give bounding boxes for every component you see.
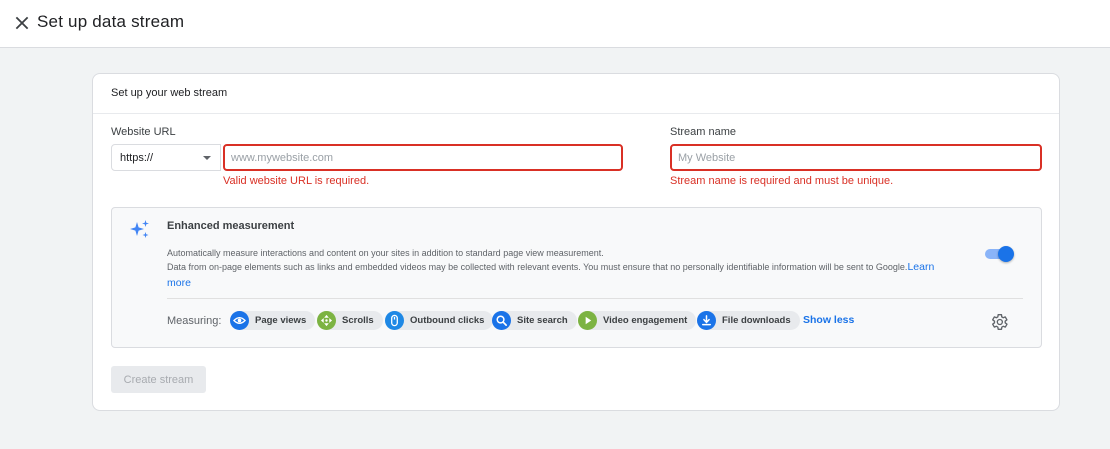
caret-down-icon xyxy=(203,156,211,160)
toggle-thumb xyxy=(998,246,1014,262)
stream-name-error: Stream name is required and must be uniq… xyxy=(670,175,894,187)
card-title: Set up your web stream xyxy=(111,87,228,99)
card-header: Set up your web stream xyxy=(93,74,1059,114)
chip-video-engagement[interactable]: Video engagement xyxy=(578,311,697,330)
chip-label: Scrolls xyxy=(342,315,374,326)
sparkle-icon xyxy=(128,218,152,242)
description-line-2: Data from on-page elements such as links… xyxy=(167,261,908,272)
top-bar: Set up data stream xyxy=(0,0,1110,48)
website-url-error: Valid website URL is required. xyxy=(223,175,370,187)
chip-label: Site search xyxy=(517,315,568,326)
learn-more-link[interactable]: Learn xyxy=(907,261,934,273)
chip-page-views[interactable]: Page views xyxy=(230,311,316,330)
show-less-link[interactable]: Show less xyxy=(803,314,854,326)
chip-scrolls[interactable]: Scrolls xyxy=(317,311,383,330)
web-stream-card: Set up your web stream Website URL https… xyxy=(92,73,1060,411)
enhanced-measurement-panel: Enhanced measurement Automatically measu… xyxy=(111,207,1042,348)
protocol-select[interactable]: https:// xyxy=(111,144,221,171)
chip-site-search[interactable]: Site search xyxy=(492,311,577,330)
stream-name-label: Stream name xyxy=(670,126,737,138)
stream-name-input[interactable] xyxy=(670,144,1042,171)
chip-label: Page views xyxy=(255,315,307,326)
chip-outbound-clicks[interactable]: Outbound clicks xyxy=(385,311,494,330)
enhanced-measurement-title: Enhanced measurement xyxy=(167,220,295,232)
protocol-value: https:// xyxy=(120,152,154,164)
scroll-arrows-icon xyxy=(317,311,336,330)
divider xyxy=(167,298,1023,299)
chip-label: Outbound clicks xyxy=(410,315,485,326)
description-line-1: Automatically measure interactions and c… xyxy=(167,248,604,258)
chip-label: File downloads xyxy=(722,315,791,326)
enhanced-measurement-description: Automatically measure interactions and c… xyxy=(167,247,977,291)
play-icon xyxy=(578,311,597,330)
eye-icon xyxy=(230,311,249,330)
create-stream-button[interactable]: Create stream xyxy=(111,366,206,393)
close-icon[interactable] xyxy=(12,12,32,34)
website-url-input[interactable] xyxy=(223,144,623,171)
chip-label: Video engagement xyxy=(603,315,688,326)
search-icon xyxy=(492,311,511,330)
download-icon xyxy=(697,311,716,330)
gear-icon[interactable] xyxy=(989,312,1009,332)
website-url-label: Website URL xyxy=(111,126,176,138)
enhanced-measurement-toggle[interactable] xyxy=(983,246,1015,262)
measuring-label: Measuring: xyxy=(167,315,222,327)
chip-file-downloads[interactable]: File downloads xyxy=(697,311,800,330)
page-title: Set up data stream xyxy=(37,12,185,31)
mouse-icon xyxy=(385,311,404,330)
learn-more-link-continued[interactable]: more xyxy=(167,275,977,291)
